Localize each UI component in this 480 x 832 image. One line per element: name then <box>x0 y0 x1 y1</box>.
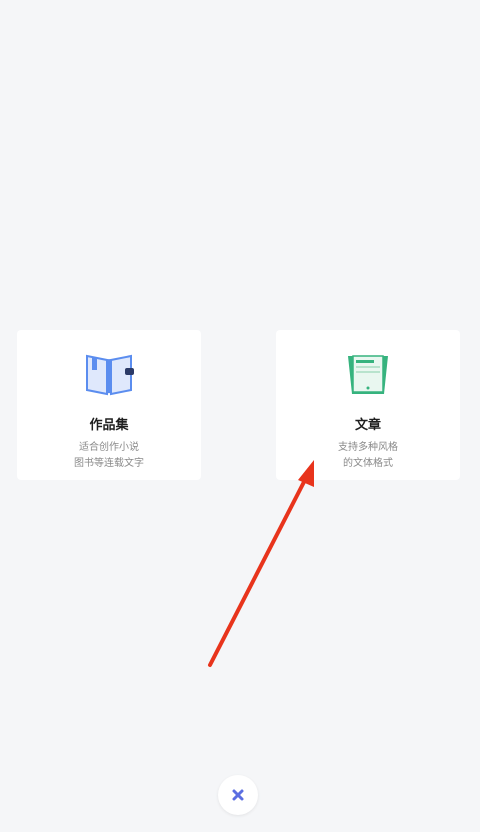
close-icon <box>232 789 244 801</box>
card-description-line-2: 的文体格式 <box>343 458 393 469</box>
card-title: 文章 <box>354 418 381 433</box>
close-button[interactable] <box>218 775 258 815</box>
card-description-line-1: 支持多种风格 <box>338 442 398 453</box>
book-icon <box>81 350 137 398</box>
document-icon <box>340 350 396 398</box>
article-card[interactable]: 文章 支持多种风格 的文体格式 <box>276 330 460 480</box>
card-description-line-1: 适合创作小说 <box>79 442 139 453</box>
portfolio-card[interactable]: 作品集 适合创作小说 图书等连载文字 <box>17 330 201 480</box>
card-description-line-2: 图书等连载文字 <box>74 458 144 469</box>
card-title: 作品集 <box>89 418 129 433</box>
